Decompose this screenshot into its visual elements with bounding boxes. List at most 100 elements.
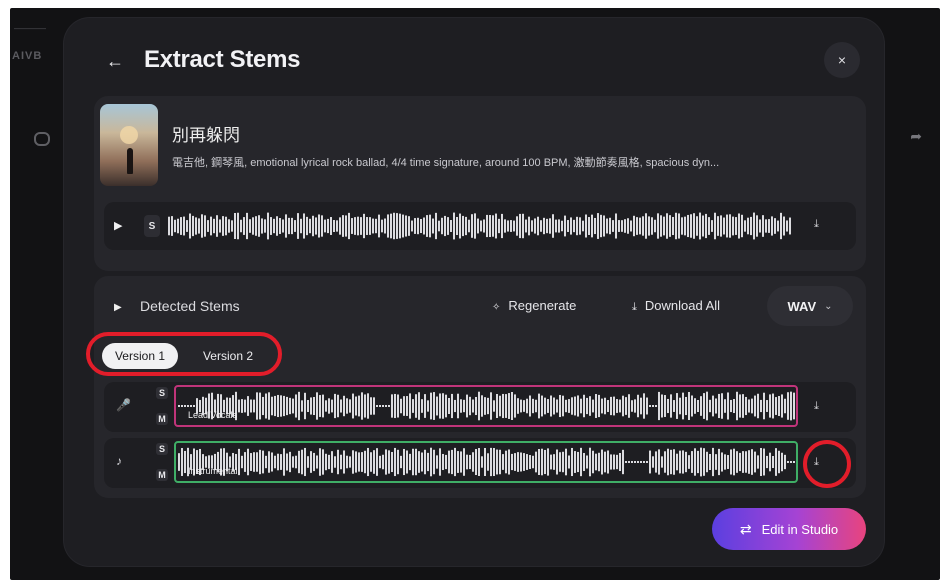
mute-button[interactable]: M bbox=[156, 469, 168, 481]
waveform-bar bbox=[607, 400, 609, 412]
download-icon[interactable]: ⤓ bbox=[814, 218, 819, 231]
waveform-bar bbox=[424, 449, 426, 475]
waveform-bar bbox=[783, 216, 785, 236]
waveform-bar bbox=[547, 399, 549, 413]
waveform-bar bbox=[547, 448, 549, 476]
waveform-bar bbox=[279, 218, 281, 234]
waveform-bar bbox=[769, 452, 771, 472]
waveform-bar bbox=[529, 455, 531, 469]
waveform-bar bbox=[715, 454, 717, 470]
waveform-bar bbox=[493, 447, 495, 477]
waveform-bar bbox=[645, 213, 647, 239]
waveform-bar bbox=[436, 455, 438, 469]
solo-button[interactable]: S bbox=[156, 443, 168, 455]
waveform-bar bbox=[379, 405, 381, 407]
waveform-bar bbox=[286, 453, 288, 471]
vocals-waveform[interactable]: Lead Vocals bbox=[174, 385, 798, 427]
edit-in-studio-label: Edit in Studio bbox=[761, 521, 839, 537]
waveform-bar bbox=[511, 392, 513, 420]
waveform-bar bbox=[300, 218, 302, 234]
solo-button[interactable]: S bbox=[144, 215, 160, 237]
waveform-bar bbox=[244, 399, 246, 413]
waveform-bar bbox=[514, 453, 516, 471]
close-icon: × bbox=[837, 52, 847, 68]
close-button[interactable]: × bbox=[824, 42, 860, 78]
waveform-bar bbox=[532, 455, 534, 469]
waveform-bar bbox=[457, 451, 459, 473]
waveform-bar bbox=[733, 448, 735, 476]
waveform-bar bbox=[190, 405, 192, 407]
waveform-bar bbox=[285, 214, 287, 238]
download-icon[interactable]: ⤓ bbox=[814, 400, 819, 413]
waveform-bar bbox=[754, 395, 756, 417]
download-all-button[interactable]: ⤓ Download All bbox=[632, 298, 720, 314]
sidebar-caption: ———— bbox=[14, 24, 46, 33]
modal-title: Extract Stems bbox=[144, 46, 301, 73]
waveform-bar bbox=[732, 216, 734, 236]
waveform-bar bbox=[249, 219, 251, 233]
format-select[interactable]: WAV ⌄ bbox=[767, 286, 853, 326]
waveform-bar bbox=[603, 215, 605, 237]
waveform-bar bbox=[661, 394, 663, 418]
waveform-bar bbox=[273, 218, 275, 234]
back-arrow-icon[interactable]: ← bbox=[106, 51, 124, 72]
waveform-bar bbox=[247, 448, 249, 476]
chat-icon[interactable] bbox=[34, 132, 50, 146]
waveform-bar bbox=[330, 217, 332, 235]
waveform-bar bbox=[364, 450, 366, 474]
waveform-bar bbox=[718, 448, 720, 476]
waveform-bar bbox=[550, 395, 552, 417]
waveform-bar bbox=[726, 214, 728, 238]
waveform-bar bbox=[345, 215, 347, 237]
waveform-bar bbox=[274, 395, 276, 417]
waveform-bar bbox=[363, 213, 365, 239]
waveform-bar bbox=[496, 449, 498, 475]
waveform-bar bbox=[466, 394, 468, 418]
waveform-bar bbox=[499, 449, 501, 475]
tab-version-2[interactable]: Version 2 bbox=[188, 343, 268, 369]
waveform-bar bbox=[265, 393, 267, 419]
waveform-bar bbox=[490, 392, 492, 420]
mute-button[interactable]: M bbox=[156, 413, 168, 425]
waveform-bar bbox=[451, 449, 453, 475]
tab-version-1[interactable]: Version 1 bbox=[102, 343, 178, 369]
waveform-bar bbox=[553, 454, 555, 470]
waveform-bar bbox=[784, 398, 786, 414]
waveform-bar bbox=[394, 447, 396, 477]
waveform-bar bbox=[168, 216, 170, 236]
waveform-bar bbox=[225, 216, 227, 236]
waveform-bar bbox=[264, 219, 266, 233]
regenerate-button[interactable]: ✧ Regenerate bbox=[492, 298, 576, 313]
waveform-bar bbox=[193, 405, 195, 407]
waveform-bar bbox=[375, 218, 377, 234]
instrumental-waveform[interactable]: Instrumental bbox=[174, 441, 798, 483]
waveform-bar bbox=[313, 452, 315, 472]
expand-toggle-icon[interactable]: ▶ bbox=[114, 302, 122, 313]
waveform-bar bbox=[600, 214, 602, 238]
waveform-bar bbox=[760, 399, 762, 413]
waveform-bar bbox=[766, 400, 768, 412]
waveform-bar bbox=[373, 450, 375, 474]
waveform-bar bbox=[648, 216, 650, 236]
waveform-bar bbox=[400, 455, 402, 469]
waveform-bar bbox=[339, 217, 341, 235]
edit-in-studio-button[interactable]: ⇄ Edit in Studio bbox=[712, 508, 866, 550]
waveform-bar bbox=[595, 394, 597, 418]
play-icon[interactable]: ▶ bbox=[114, 219, 122, 232]
waveform-bar bbox=[781, 452, 783, 472]
modal-header: ← Extract Stems × bbox=[64, 18, 884, 88]
share-icon[interactable]: ➦ bbox=[910, 128, 922, 145]
waveform-bar bbox=[685, 451, 687, 473]
waveform-bar bbox=[550, 454, 552, 470]
waveform-bar bbox=[292, 456, 294, 468]
waveform-bar bbox=[723, 217, 725, 235]
mix-waveform[interactable] bbox=[166, 208, 794, 244]
solo-button[interactable]: S bbox=[156, 387, 168, 399]
waveform-bar bbox=[736, 391, 738, 421]
waveform-bar bbox=[700, 447, 702, 477]
waveform-bar bbox=[745, 451, 747, 473]
waveform-bar bbox=[198, 218, 200, 234]
waveform-bar bbox=[577, 451, 579, 473]
waveform-bar bbox=[286, 396, 288, 416]
waveform-bar bbox=[502, 454, 504, 470]
